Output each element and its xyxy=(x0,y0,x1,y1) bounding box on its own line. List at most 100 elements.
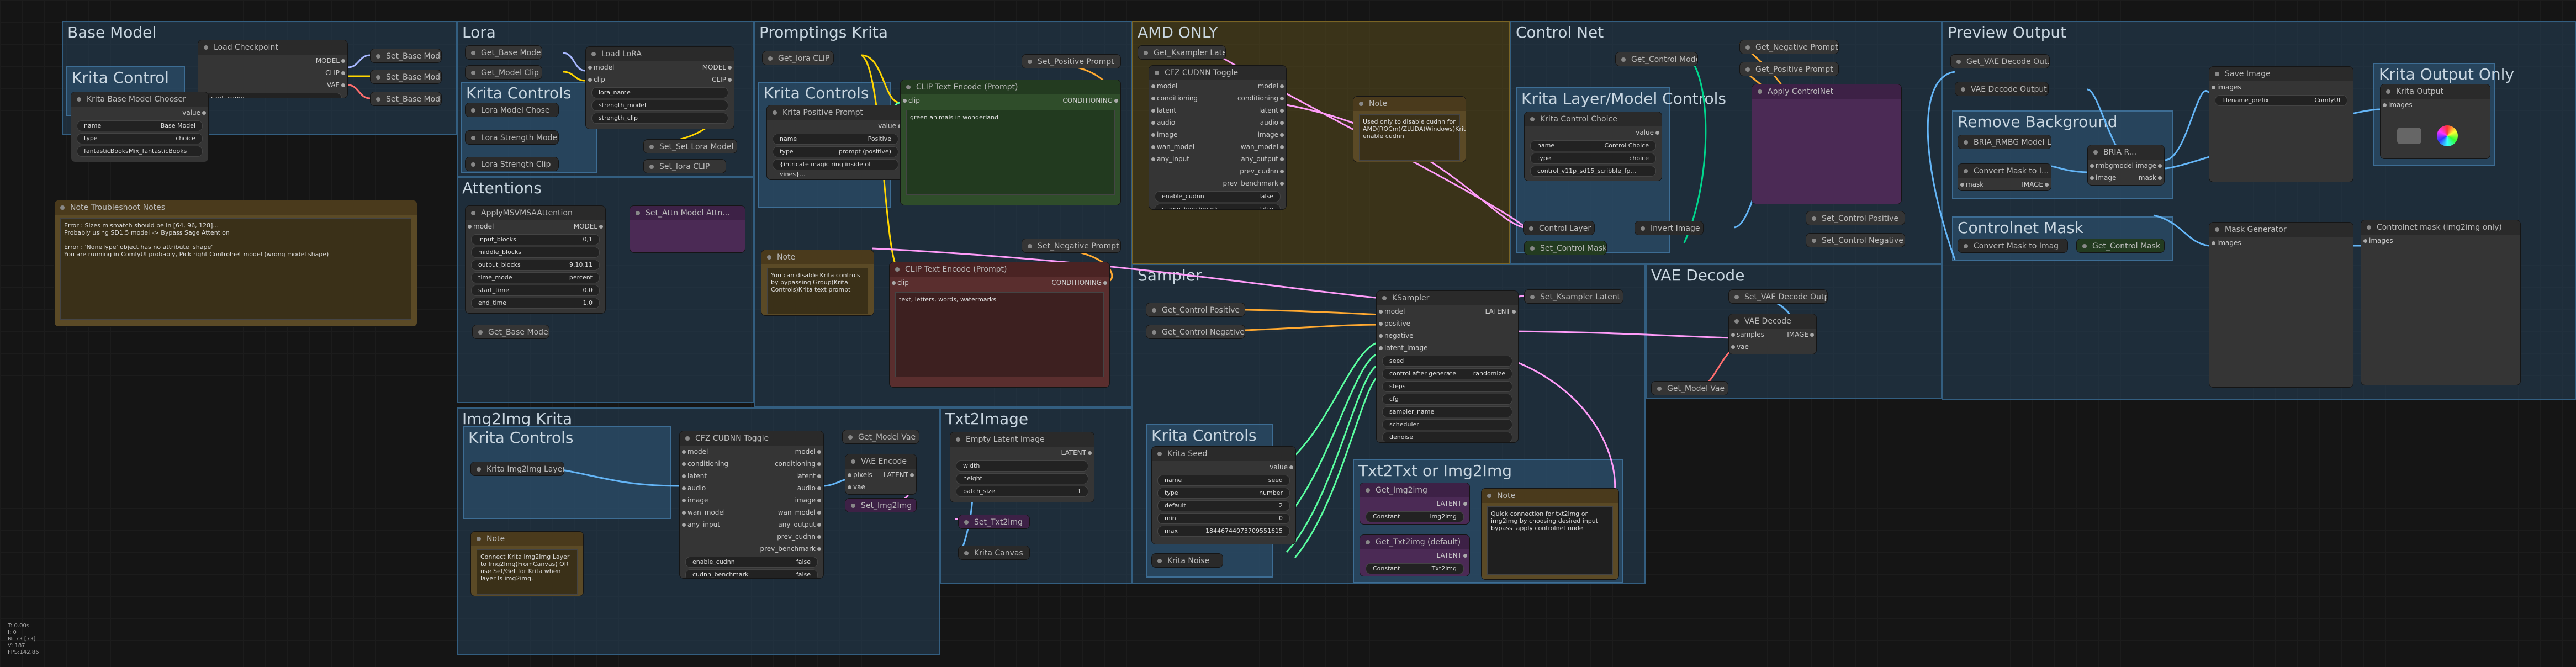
get-model-vae-node[interactable]: Get_Model Vae xyxy=(1651,381,1728,395)
ckpt-name-widget[interactable]: ckpt_name xyxy=(204,93,342,98)
output-audio[interactable]: audio xyxy=(797,482,816,494)
seed-widget[interactable]: seed xyxy=(1382,356,1512,367)
cfg-widget[interactable]: cfg xyxy=(1382,394,1512,405)
input-model[interactable]: model xyxy=(1157,80,1177,92)
default-widget[interactable]: default 2 xyxy=(1157,500,1290,511)
load-lora-node[interactable]: Load LoRA model MODEL clip CLIP lora_name … xyxy=(585,46,734,129)
cfz-cudnn-toggle2-node[interactable]: CFZ CUDNN Toggle model model conditioning… xyxy=(679,431,824,579)
apply-attention-node[interactable]: ApplyMSVMSAAttention model MODEL input_bl… xyxy=(465,205,606,314)
input-negative[interactable]: negative xyxy=(1384,330,1413,342)
input-images[interactable]: images xyxy=(2217,237,2241,249)
get-control-positive-node[interactable]: Get_Control Positive xyxy=(1146,303,1245,317)
output-prev-benchmark[interactable]: prev_benchmark xyxy=(1223,177,1278,189)
mask-generator-node[interactable]: Mask Generator images xyxy=(2209,222,2353,388)
convert-mask-to-image2-node[interactable]: Convert Mask to Imag xyxy=(1958,239,2068,253)
output-any[interactable]: any_output xyxy=(778,518,816,531)
type-widget[interactable]: type choice xyxy=(1530,153,1656,164)
vae-decode-output-node[interactable]: VAE Decode Output xyxy=(1955,82,2049,96)
name-widget[interactable]: name Base Model xyxy=(77,120,203,131)
get-vae-decode-output-node[interactable]: Get_VAE Decode Out... xyxy=(1950,54,2050,68)
input-model[interactable]: model xyxy=(1384,305,1405,317)
input-model[interactable]: model xyxy=(473,220,494,232)
set-lora-model-node[interactable]: Set_Set Lora Model xyxy=(643,139,737,153)
note-troubleshoot-node[interactable]: Note Troubleshoot Notes Error : Sizes mi… xyxy=(54,200,417,327)
output-model[interactable]: model xyxy=(795,446,816,458)
note-text[interactable]: Error : Sizes mismatch should be in [64,… xyxy=(60,218,411,320)
output-image[interactable]: image xyxy=(1258,129,1278,141)
lora-strength-clip-node[interactable]: Lora Strength Clip xyxy=(465,157,559,171)
sampler-name-widget[interactable]: sampler_name xyxy=(1382,406,1512,417)
output-image[interactable]: IMAGE xyxy=(2022,178,2043,190)
output-any[interactable]: any_output xyxy=(1241,153,1278,165)
ksampler-node[interactable]: KSampler model LATENT positive negative l… xyxy=(1376,290,1519,443)
output-prev-cudnn[interactable]: prev_cudnn xyxy=(1240,165,1278,177)
vae-decode-node[interactable]: VAE Decode samples IMAGE vae xyxy=(1728,314,1817,354)
load-checkpoint-node[interactable]: Load Checkpoint MODEL CLIP VAE ckpt_name xyxy=(198,40,348,98)
default-widget[interactable]: {intricate magic ring inside of vines}..… xyxy=(773,159,898,178)
get-base-model2-node[interactable]: Get_Base Model xyxy=(472,325,549,339)
output-conditioning[interactable]: conditioning xyxy=(1237,92,1278,104)
note-img2img-node[interactable]: Note Connect Krita Img2Img Layer to Img2… xyxy=(470,531,584,596)
controlnet-mask-only-node[interactable]: Controlnet mask (img2img only) images xyxy=(2361,220,2521,385)
get-base-model-node[interactable]: Get_Base Model xyxy=(465,45,542,60)
name-widget[interactable]: name Positive xyxy=(773,134,898,145)
prompt-textarea[interactable]: green animals in wonderland xyxy=(906,110,1115,195)
input-conditioning[interactable]: conditioning xyxy=(1157,92,1198,104)
input-model[interactable]: model xyxy=(594,61,614,73)
constant-widget[interactable]: Constant img2img xyxy=(1366,511,1464,522)
batch-size-widget[interactable]: batch_size 1 xyxy=(956,486,1088,497)
output-mask[interactable]: mask xyxy=(2139,172,2156,184)
input-rmbgmodel[interactable]: rmbgmodel xyxy=(2096,160,2134,172)
output-latent[interactable]: LATENT xyxy=(1061,447,1086,459)
output-conditioning[interactable]: conditioning xyxy=(775,458,816,470)
output-prev-benchmark[interactable]: prev_benchmark xyxy=(760,543,816,555)
empty-latent-image-node[interactable]: Empty Latent Image LATENT width height b… xyxy=(950,432,1094,502)
max-widget[interactable]: max 18446744073709551615 xyxy=(1157,526,1290,537)
krita-canvas-node[interactable]: Krita Canvas xyxy=(958,546,1030,560)
note-text[interactable]: You can disable Krita controls by bypass… xyxy=(767,268,868,314)
output-value[interactable]: value xyxy=(1270,461,1288,473)
set-positive-prompt-node[interactable]: Set_Positive Prompt xyxy=(1022,54,1121,68)
output-model[interactable]: model xyxy=(1258,80,1278,92)
get-control-negative-node[interactable]: Get_Control Negative xyxy=(1146,325,1245,339)
input-image[interactable]: image xyxy=(2096,172,2116,184)
output-clip[interactable]: CLIP xyxy=(325,67,340,79)
get-negative-prompt-node[interactable]: Get_Negative Prompt xyxy=(1739,40,1839,54)
bria-rmbg-model-loader-node[interactable]: BRIA_RMBG Model Lo... xyxy=(1958,135,2051,149)
get-lora-clip-node[interactable]: Get_lora CLIP xyxy=(762,51,834,65)
output-latent[interactable]: latent xyxy=(796,470,816,482)
output-clip[interactable]: CLIP xyxy=(712,73,726,86)
input-image[interactable]: image xyxy=(687,494,708,506)
invert-image-node[interactable]: Invert Image xyxy=(1635,221,1704,235)
krita-noise-node[interactable]: Krita Noise xyxy=(1151,553,1223,568)
set-vae-decode-outputs-node[interactable]: Set_VAE Decode Outpu xyxy=(1728,289,1828,304)
input-wan-model[interactable]: wan_model xyxy=(687,506,725,518)
cudnn-benchmark-toggle[interactable]: cudnn_benchmark false xyxy=(1155,204,1281,209)
output-wan-model[interactable]: wan_model xyxy=(1241,141,1278,153)
krita-positive-prompt-node[interactable]: Krita Positive Prompt value name Positive… xyxy=(766,105,904,180)
set-ksampler-latent-node[interactable]: Set_Ksampler Latent xyxy=(1524,289,1623,304)
input-latent[interactable]: latent xyxy=(687,470,707,482)
input-latent[interactable]: latent xyxy=(1157,104,1176,117)
set-img2img-node[interactable]: Set_Img2Img xyxy=(845,498,917,512)
start-time-widget[interactable]: start_time 0.0 xyxy=(471,285,600,296)
set-control-mask-node[interactable]: Set_Control Mask xyxy=(1524,241,1607,255)
output-wan-model[interactable]: wan_model xyxy=(778,506,816,518)
output-image[interactable]: image xyxy=(2136,160,2156,172)
lora-strength-model-node[interactable]: Lora Strength Model xyxy=(465,130,559,145)
note-text[interactable]: Used only to disable cudnn for AMD(ROCm)… xyxy=(1359,114,1466,161)
input-pixels[interactable]: pixels xyxy=(853,469,872,481)
bria-rmbg-node[interactable]: BRIA R... rmbgmodel image image mask xyxy=(2087,145,2165,186)
input-image[interactable]: image xyxy=(1157,129,1177,141)
get-control-mask-node[interactable]: Get_Control Mask xyxy=(2076,239,2165,253)
input-clip[interactable]: clip xyxy=(908,94,920,107)
apply-controlnet-node[interactable]: Apply ControlNet xyxy=(1752,84,1902,204)
input-images[interactable]: images xyxy=(2217,81,2241,93)
input-clip[interactable]: clip xyxy=(594,73,605,86)
output-conditioning[interactable]: CONDITIONING xyxy=(1062,94,1113,107)
get-model-vae2-node[interactable]: Get_Model Vae xyxy=(842,430,919,444)
output-conditioning[interactable]: CONDITIONING xyxy=(1051,277,1102,289)
set-base-model-node[interactable]: Set_Base Model xyxy=(370,49,442,63)
input-model[interactable]: model xyxy=(687,446,708,458)
type-widget[interactable]: type prompt (positive) xyxy=(773,146,898,157)
